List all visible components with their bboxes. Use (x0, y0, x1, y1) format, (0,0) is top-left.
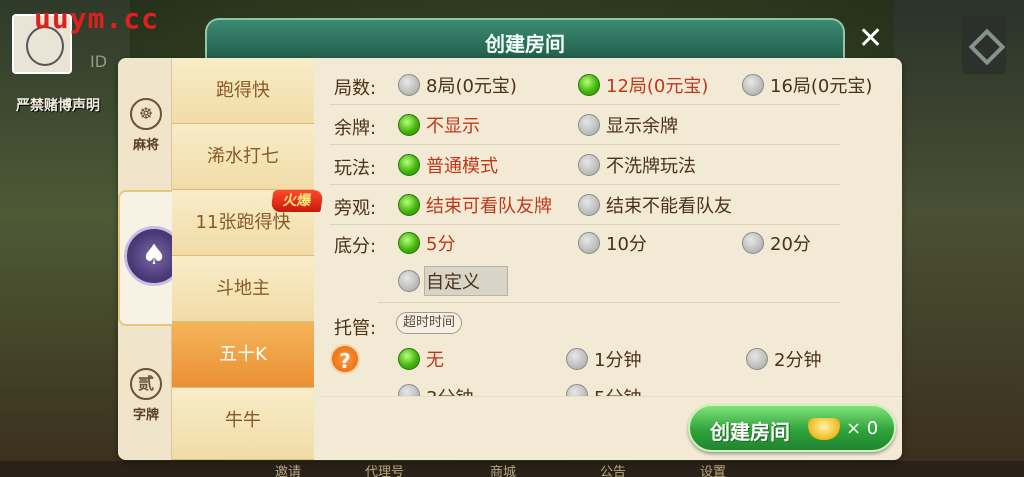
base-score-label: 底分: (334, 236, 377, 257)
divider (330, 144, 840, 145)
divider (330, 104, 840, 105)
spectate-option-can-view[interactable]: 结束可看队友牌 (398, 192, 552, 218)
gold-ingot-icon (808, 418, 840, 440)
base-score-option-10[interactable]: 10分 (578, 230, 647, 256)
hosting-option-1min[interactable]: 1分钟 (566, 346, 641, 372)
watermark: uuym.cc (34, 2, 160, 35)
base-score-option-5[interactable]: 5分 (398, 230, 455, 256)
create-room-cost: × 0 (846, 418, 879, 439)
question-icon[interactable]: ? (330, 344, 360, 374)
game-item-wushik[interactable]: 五十K (172, 322, 314, 388)
spectate-label: 旁观: (334, 198, 377, 219)
spectate-option-cannot-view[interactable]: 结束不能看队友 (578, 192, 732, 218)
play-mode-option-no-shuffle[interactable]: 不洗牌玩法 (578, 152, 696, 178)
game-list: 跑得快 浠水打七 11张跑得快 斗地主 五十K 牛牛 (172, 58, 314, 460)
close-icon[interactable]: ✕ (858, 24, 883, 54)
base-score-option-20[interactable]: 20分 (742, 230, 811, 256)
remaining-option-hide[interactable]: 不显示 (398, 112, 480, 138)
radio-icon (742, 232, 764, 254)
hosting-option-3min[interactable]: 3分钟 (398, 384, 473, 396)
hosting-label: 托管: (334, 318, 377, 339)
radio-checked-icon (578, 74, 600, 96)
category-zipai[interactable]: 贰 字牌 (124, 368, 168, 423)
mahjong-icon: ☸ (130, 98, 162, 130)
gambling-warning-text: 严禁赌博声明 (16, 98, 100, 114)
timeout-pill[interactable]: 超时时间 (396, 312, 463, 334)
hosting-option-2min[interactable]: 2分钟 (746, 346, 821, 372)
game-item-paodekuai[interactable]: 跑得快 (172, 58, 314, 124)
diamond-icon[interactable] (962, 16, 1006, 74)
category-mahjong[interactable]: ☸ 麻将 (124, 98, 168, 153)
radio-checked-icon (398, 232, 420, 254)
bottom-tab[interactable]: 商城 (490, 461, 516, 477)
category-label: 字牌 (132, 408, 159, 423)
remaining-option-show[interactable]: 显示余牌 (578, 112, 678, 138)
rounds-option-12[interactable]: 12局(0元宝) (578, 72, 708, 98)
hosting-option-5min[interactable]: 5分钟 (566, 384, 641, 396)
radio-checked-icon (398, 154, 420, 176)
hosting-option-none[interactable]: 无 (398, 346, 444, 372)
player-id: ID (90, 52, 108, 71)
base-score-option-custom[interactable]: 自定义 (398, 268, 480, 294)
play-mode-option-normal[interactable]: 普通模式 (398, 152, 498, 178)
bottom-tab[interactable]: 设置 (700, 461, 726, 477)
remaining-label: 余牌: (334, 118, 377, 139)
divider (330, 224, 840, 225)
radio-checked-icon (398, 114, 420, 136)
radio-icon (578, 154, 600, 176)
game-item-xishui-daqi[interactable]: 浠水打七 (172, 124, 314, 190)
category-label: 麻将 (132, 138, 159, 153)
radio-icon (746, 348, 768, 370)
rounds-option-8[interactable]: 8局(0元宝) (398, 72, 517, 98)
zipai-icon: 贰 (130, 368, 162, 400)
dialog-title: 创建房间 (485, 32, 565, 56)
create-room-button-label: 创建房间 (710, 420, 790, 444)
divider (330, 184, 840, 185)
play-mode-label: 玩法: (334, 158, 377, 179)
bottom-tab[interactable]: 代理号 (365, 461, 404, 477)
radio-icon (398, 74, 420, 96)
create-room-button[interactable]: 创建房间 × 0 (688, 404, 896, 452)
hot-badge: 火爆 (270, 190, 324, 212)
rounds-label: 局数: (334, 78, 377, 99)
divider (378, 302, 840, 303)
bottom-tab[interactable]: 公告 (600, 461, 626, 477)
radio-icon (578, 232, 600, 254)
radio-icon (578, 114, 600, 136)
radio-icon (742, 74, 764, 96)
bottom-nav: 邀请 代理号 商城 公告 设置 (0, 461, 1024, 477)
game-item-doudizhu[interactable]: 斗地主 (172, 256, 314, 322)
radio-checked-icon (398, 348, 420, 370)
radio-icon (398, 384, 420, 396)
radio-icon (578, 194, 600, 216)
radio-icon (566, 384, 588, 396)
radio-icon (566, 348, 588, 370)
bottom-tab[interactable]: 邀请 (275, 461, 301, 477)
radio-checked-icon (398, 194, 420, 216)
rounds-option-16[interactable]: 16局(0元宝) (742, 72, 872, 98)
radio-icon (398, 270, 420, 292)
game-item-niuniu[interactable]: 牛牛 (172, 388, 314, 460)
divider (318, 396, 902, 397)
dialog-header: 创建房间 (205, 18, 845, 60)
